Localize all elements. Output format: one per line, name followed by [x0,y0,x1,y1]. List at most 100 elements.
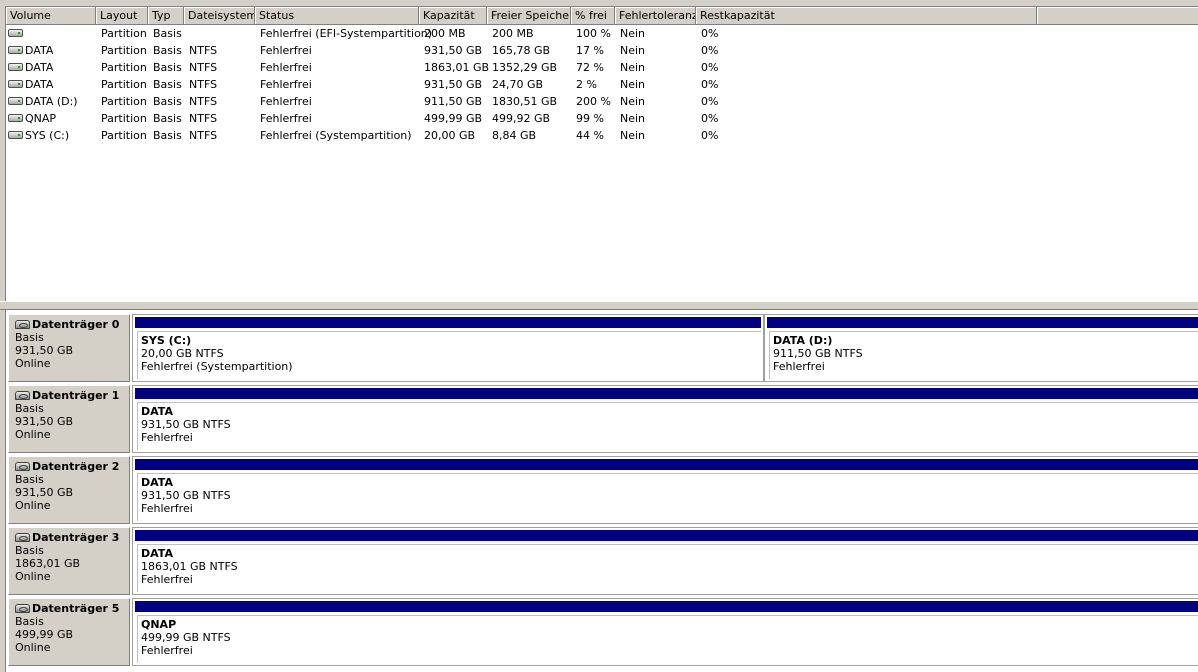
volume-row[interactable]: DATA Partition Basis NTFS Fehlerfrei 931,50 G… [6,42,1196,59]
volume-row[interactable]: Partition Basis Fehlerfrei (EFI-Systempart… [6,25,1196,42]
hard-disk-icon [15,533,30,542]
volume-row[interactable]: DATA Partition Basis NTFS Fehlerfrei 931,50 G… [6,76,1196,93]
disk-info-panel[interactable]: Datenträger 0 Basis 931,50 GB Online [8,314,130,382]
disk-state: Online [15,357,51,370]
pane-splitter[interactable] [0,301,1198,310]
partition-status: Fehlerfrei [141,502,193,515]
cell-filesystem: NTFS [189,112,218,125]
cell-volume: DATA [25,61,54,74]
cell-free-space: 8,84 GB [492,129,537,142]
column-header-capacity[interactable]: Kapazität [419,7,487,25]
hard-disk-icon [15,462,30,471]
cell-type: Basis [153,44,182,57]
disk-type: Basis [15,615,44,628]
disk-info-panel[interactable]: Datenträger 3 Basis 1863,01 GB Online [8,527,130,595]
volume-list[interactable]: Volume Layout Typ Dateisystem Status Kap… [5,6,1198,301]
cell-overhead: 0% [701,112,719,125]
column-header-status[interactable]: Status [255,7,419,25]
cell-capacity: 20,00 GB [424,129,476,142]
hard-disk-icon [15,320,30,329]
cell-free-space: 24,70 GB [492,78,544,91]
cell-free-space: 1352,29 GB [492,61,558,74]
cell-volume: DATA [25,78,54,91]
column-header-filesystem[interactable]: Dateisystem [184,7,255,25]
cell-filesystem: NTFS [189,95,218,108]
partition-name: QNAP [141,618,177,631]
cell-status: Fehlerfrei [260,112,312,125]
partition-block[interactable]: SYS (C:) 20,00 GB NTFS Fehlerfrei (Systemp… [132,314,764,382]
partition-block[interactable]: DATA 1863,01 GB NTFS Fehlerfrei [132,527,1198,595]
partition-status: Fehlerfrei [141,573,193,586]
cell-percent-free: 17 % [576,44,604,57]
cell-volume: DATA (D:) [25,95,78,108]
cell-filesystem: NTFS [189,78,218,91]
cell-percent-free: 100 % [576,27,611,40]
partition-block[interactable]: DATA (D:) 911,50 GB NTFS Fehlerfrei [764,314,1198,382]
cell-status: Fehlerfrei (Systempartition) [260,129,412,142]
cell-status: Fehlerfrei [260,44,312,57]
volume-row[interactable]: DATA (D:) Partition Basis NTFS Fehlerfrei 911… [6,93,1196,110]
partition-block[interactable]: DATA 931,50 GB NTFS Fehlerfrei [132,385,1198,453]
cell-type: Basis [153,112,182,125]
cell-fault-tolerance: Nein [620,95,646,108]
cell-fault-tolerance: Nein [620,44,646,57]
disk-title: Datenträger 3 [15,531,129,544]
disk-state: Online [15,428,51,441]
cell-free-space: 200 MB [492,27,534,40]
partition-name: DATA [141,405,173,418]
partition-name: DATA [141,547,173,560]
column-header-type[interactable]: Typ [148,7,184,25]
column-header-volume[interactable]: Volume [6,7,96,25]
volume-list-header: Volume Layout Typ Dateisystem Status Kap… [6,7,1198,25]
partition-size: 499,99 GB NTFS [141,631,231,644]
disk-info-panel[interactable]: Datenträger 1 Basis 931,50 GB Online [8,385,130,453]
cell-percent-free: 44 % [576,129,604,142]
cell-layout: Partition [101,44,147,57]
disk-row: Datenträger 5 Basis 499,99 GB Online QNAP 499… [8,598,1198,666]
column-header-overhead[interactable]: Restkapazität [696,7,1037,25]
cell-percent-free: 200 % [576,95,611,108]
partition-color-bar [767,317,1198,328]
partition-size: 931,50 GB NTFS [141,418,231,431]
cell-free-space: 165,78 GB [492,44,551,57]
disk-info-panel[interactable]: Datenträger 2 Basis 931,50 GB Online [8,456,130,524]
column-header-fault-tolerance[interactable]: Fehlertoleranz [615,7,696,25]
cell-capacity: 931,50 GB [424,44,483,57]
cell-volume: QNAP [25,112,57,125]
volume-row[interactable]: QNAP Partition Basis NTFS Fehlerfrei 499,99 G… [6,110,1196,127]
disk-size: 931,50 GB [15,415,74,428]
disk-info-panel[interactable]: Datenträger 5 Basis 499,99 GB Online [8,598,130,666]
cell-type: Basis [153,95,182,108]
column-header-percent-free[interactable]: % frei [571,7,615,25]
cell-status: Fehlerfrei (EFI-Systempartition) [260,27,433,40]
partition-color-bar [135,459,1198,470]
cell-layout: Partition [101,27,147,40]
volume-row[interactable]: DATA Partition Basis NTFS Fehlerfrei 1863,01 … [6,59,1196,76]
cell-layout: Partition [101,95,147,108]
cell-fault-tolerance: Nein [620,61,646,74]
column-header-free-space[interactable]: Freier Speicher [487,7,571,25]
partition-status: Fehlerfrei [141,644,193,657]
partition-details: DATA (D:) 911,50 GB NTFS Fehlerfrei [769,331,1198,379]
volume-drive-icon [8,97,23,105]
volume-row[interactable]: SYS (C:) Partition Basis NTFS Fehlerfrei (Sy… [6,127,1196,144]
partition-name: SYS (C:) [141,334,192,347]
cell-fault-tolerance: Nein [620,112,646,125]
partition-size: 20,00 GB NTFS [141,347,224,360]
hard-disk-icon [15,391,30,400]
disk-state: Online [15,641,51,654]
disk-title: Datenträger 1 [15,389,129,402]
cell-overhead: 0% [701,95,719,108]
partition-name: DATA [141,476,173,489]
cell-volume: DATA [25,44,54,57]
cell-volume: SYS (C:) [25,129,70,142]
partition-size: 931,50 GB NTFS [141,489,231,502]
column-header-layout[interactable]: Layout [96,7,148,25]
partition-block[interactable]: QNAP 499,99 GB NTFS Fehlerfrei [132,598,1198,666]
partition-size: 911,50 GB NTFS [773,347,863,360]
hard-disk-icon [15,604,30,613]
partition-block[interactable]: DATA 931,50 GB NTFS Fehlerfrei [132,456,1198,524]
disk-name: Datenträger 0 [32,318,120,331]
cell-fault-tolerance: Nein [620,78,646,91]
partition-details: SYS (C:) 20,00 GB NTFS Fehlerfrei (Systemp… [137,331,761,379]
